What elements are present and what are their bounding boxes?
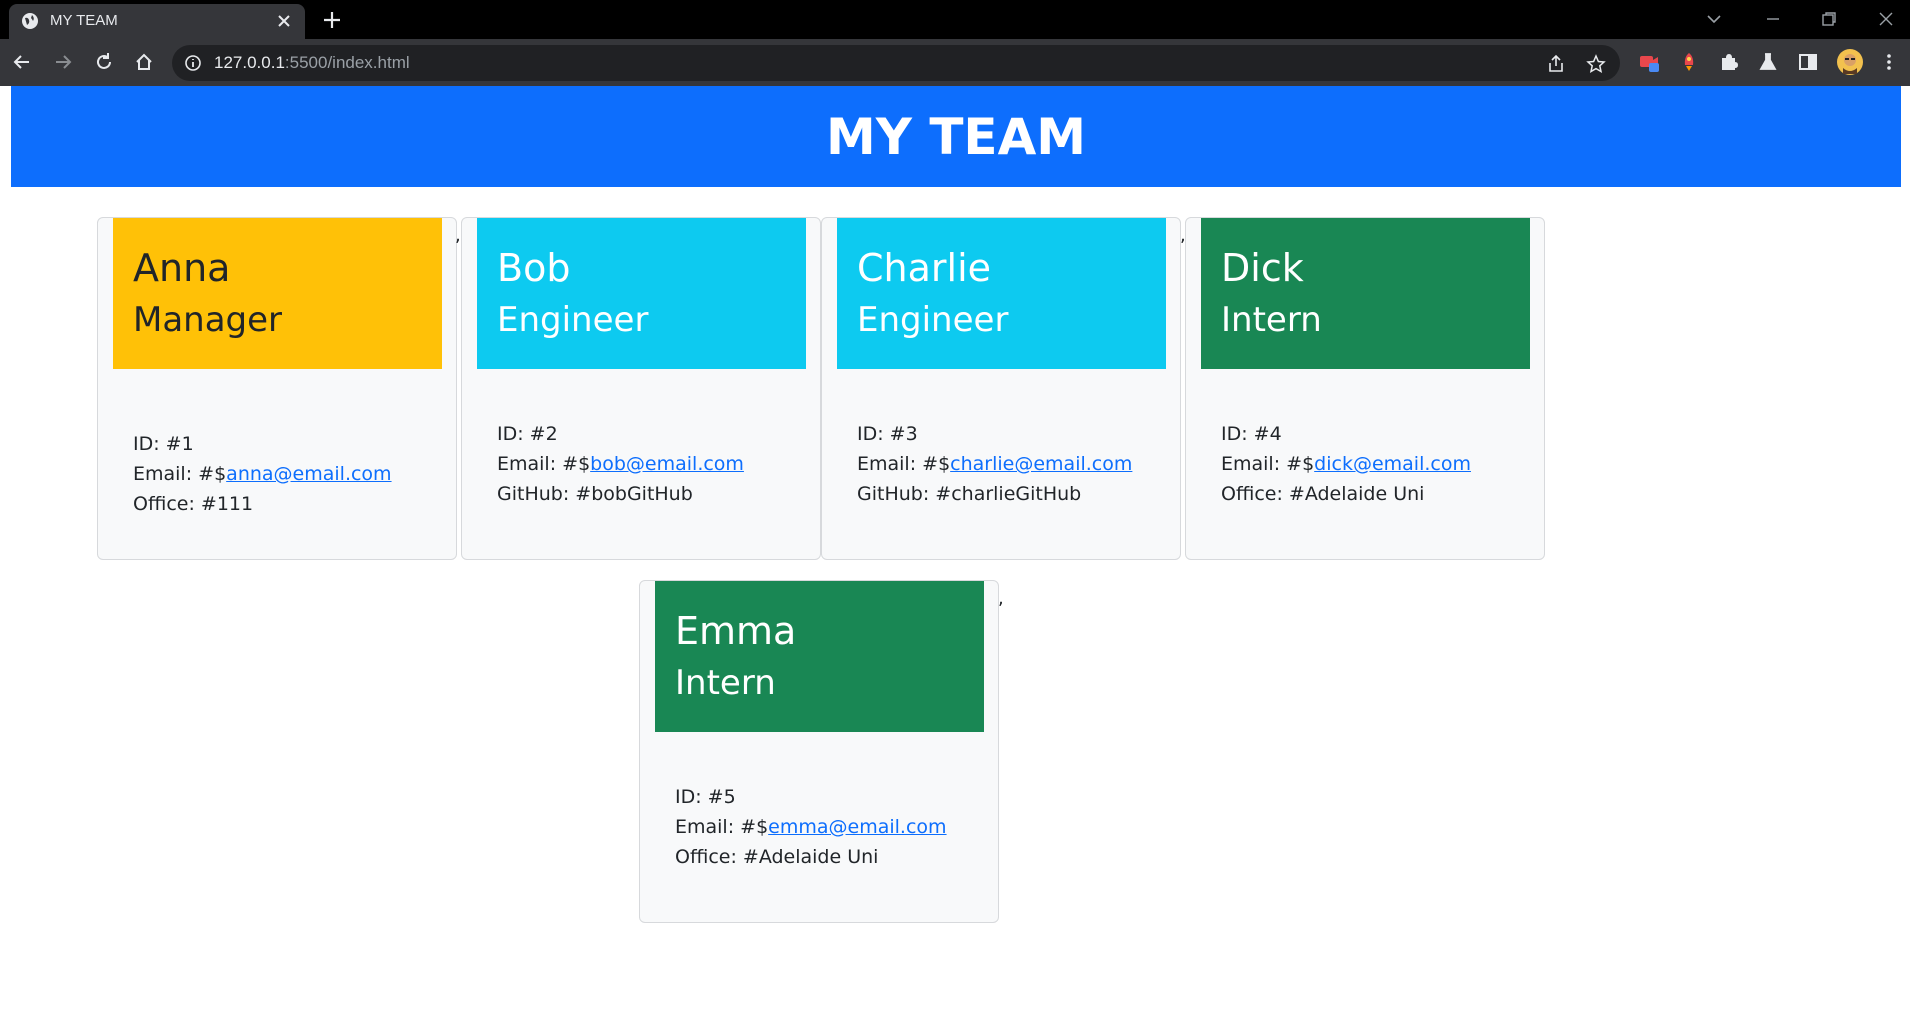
extension-rocket-icon[interactable]	[1678, 51, 1700, 73]
employee-role: Engineer	[857, 300, 1009, 340]
globe-icon	[22, 13, 38, 29]
url-path: :5500/index.html	[284, 53, 410, 72]
employee-id: ID: #2	[497, 423, 558, 445]
employee-github: GitHub: #charlieGitHub	[857, 483, 1082, 505]
email-prefix: Email: #$	[133, 463, 227, 485]
employee-name: Charlie	[857, 246, 992, 290]
email-link[interactable]: anna@email.com	[226, 463, 391, 485]
url-text[interactable]: 127.0.0.1:5500/index.html	[214, 53, 410, 73]
share-icon[interactable]	[1546, 54, 1566, 74]
email-prefix: Email: #$	[675, 816, 769, 838]
tab-search-icon[interactable]	[1703, 8, 1725, 30]
employee-email-line: Email: #$dick@email.com	[1221, 449, 1471, 479]
employee-name: Dick	[1221, 246, 1304, 290]
lab-flask-icon[interactable]	[1757, 51, 1779, 73]
reload-icon[interactable]	[93, 51, 115, 73]
side-panel-icon[interactable]	[1797, 51, 1819, 73]
card-header: Charlie Engineer	[837, 218, 1166, 369]
employee-role: Engineer	[497, 300, 649, 340]
close-window-icon[interactable]	[1875, 8, 1897, 30]
email-link[interactable]: charlie@email.com	[950, 453, 1132, 475]
employee-id: ID: #3	[857, 423, 918, 445]
address-bar[interactable]: 127.0.0.1:5500/index.html	[172, 45, 1620, 81]
email-prefix: Email: #$	[1221, 453, 1315, 475]
employee-office: Office: #Adelaide Uni	[1221, 483, 1425, 505]
employee-id: ID: #1	[133, 433, 194, 455]
card-body: ID: #3 Email: #$charlie@email.com GitHub…	[857, 419, 1132, 509]
employee-card-dick: Dick Intern ID: #4 Email: #$dick@email.c…	[1185, 217, 1545, 560]
employee-office: Office: #Adelaide Uni	[675, 846, 879, 868]
profile-avatar-icon[interactable]	[1836, 48, 1864, 76]
separator-comma: ,	[455, 225, 461, 246]
card-header: Bob Engineer	[477, 218, 806, 369]
card-body: ID: #4 Email: #$dick@email.com Office: #…	[1221, 419, 1471, 509]
employee-email-line: Email: #$anna@email.com	[133, 459, 392, 489]
home-icon[interactable]	[133, 51, 155, 73]
email-link[interactable]: dick@email.com	[1314, 453, 1471, 475]
browser-tab[interactable]: MY TEAM	[9, 4, 305, 39]
browser-menu-icon[interactable]	[1878, 51, 1900, 73]
employee-card-emma: Emma Intern ID: #5 Email: #$emma@email.c…	[639, 580, 999, 923]
email-prefix: Email: #$	[497, 453, 591, 475]
employee-email-line: Email: #$emma@email.com	[675, 812, 947, 842]
employee-name: Emma	[675, 609, 797, 653]
employee-name: Bob	[497, 246, 571, 290]
employee-id: ID: #4	[1221, 423, 1282, 445]
page-content: MY TEAM Anna Manager ID: #1 Email: #$ann…	[0, 86, 1910, 1020]
close-tab-icon[interactable]	[275, 12, 293, 30]
url-host: 127.0.0.1	[214, 53, 285, 72]
employee-github: GitHub: #bobGitHub	[497, 483, 693, 505]
card-header: Emma Intern	[655, 581, 984, 732]
email-prefix: Email: #$	[857, 453, 951, 475]
page-title: MY TEAM	[825, 107, 1087, 166]
employee-name: Anna	[133, 246, 231, 290]
page-header-banner: MY TEAM	[11, 86, 1901, 187]
forward-icon[interactable]	[52, 51, 74, 73]
new-tab-icon[interactable]	[321, 9, 343, 31]
employee-office: Office: #111	[133, 493, 254, 515]
browser-tab-strip: MY TEAM	[0, 0, 1910, 39]
employee-card-charlie: Charlie Engineer ID: #3 Email: #$charlie…	[821, 217, 1181, 560]
employee-card-bob: Bob Engineer ID: #2 Email: #$bob@email.c…	[461, 217, 821, 560]
back-icon[interactable]	[11, 51, 33, 73]
tab-title: MY TEAM	[50, 12, 118, 29]
card-body: ID: #1 Email: #$anna@email.com Office: #…	[133, 429, 392, 519]
minimize-icon[interactable]	[1762, 8, 1784, 30]
restore-icon[interactable]	[1818, 8, 1840, 30]
card-body: ID: #5 Email: #$emma@email.com Office: #…	[675, 782, 947, 872]
card-body: ID: #2 Email: #$bob@email.com GitHub: #b…	[497, 419, 744, 509]
employee-email-line: Email: #$charlie@email.com	[857, 449, 1132, 479]
email-link[interactable]: emma@email.com	[768, 816, 946, 838]
separator-comma: ,	[998, 588, 1004, 609]
card-header: Dick Intern	[1201, 218, 1530, 369]
employee-role: Manager	[133, 300, 283, 340]
employee-role: Intern	[675, 663, 776, 703]
extensions-puzzle-icon[interactable]	[1718, 51, 1740, 73]
employee-role: Intern	[1221, 300, 1322, 340]
bookmark-star-icon[interactable]	[1586, 54, 1606, 74]
employee-email-line: Email: #$bob@email.com	[497, 449, 744, 479]
site-info-icon[interactable]	[184, 54, 202, 72]
employee-card-anna: Anna Manager ID: #1 Email: #$anna@email.…	[97, 217, 457, 560]
card-header: Anna Manager	[113, 218, 442, 369]
email-link[interactable]: bob@email.com	[590, 453, 744, 475]
browser-toolbar: 127.0.0.1:5500/index.html	[0, 39, 1910, 86]
extension-video-icon[interactable]	[1638, 51, 1660, 73]
employee-id: ID: #5	[675, 786, 736, 808]
